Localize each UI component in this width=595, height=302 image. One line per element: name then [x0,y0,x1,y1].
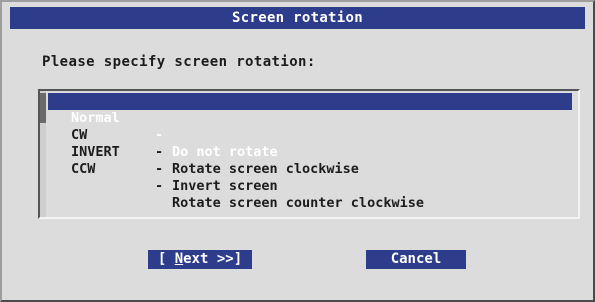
rotation-options-list[interactable]: Normal - Do not rotate CW - Rotate scree… [38,89,580,219]
next-button-hotkey: N [174,251,184,267]
option-separator: - [155,178,164,194]
option-key: CCW [71,161,96,177]
scrollbar-thumb[interactable] [40,93,46,123]
next-button-prefix: [ [157,251,175,267]
screen-rotation-dialog: Screen rotation Please specify screen ro… [0,0,595,302]
next-button[interactable]: [ Next >>] [148,250,252,269]
option-normal[interactable]: Normal - Do not rotate [48,93,572,160]
next-button-rest: ext >>] [183,251,243,267]
option-separator: - [155,161,164,177]
rotation-prompt: Please specify screen rotation: [42,54,316,70]
option-description: Rotate screen counter clockwise [172,195,424,211]
option-description: Invert screen [172,178,278,194]
option-description: Rotate screen clockwise [172,161,359,177]
cancel-button[interactable]: Cancel [366,250,466,269]
option-invert[interactable]: INVERT - Invert screen [48,127,572,194]
dialog-title: Screen rotation [10,7,585,29]
option-ccw[interactable]: CCW - Rotate screen counter clockwise [48,144,572,211]
option-cw[interactable]: CW - Rotate screen clockwise [48,110,572,177]
list-scrollbar[interactable] [40,91,46,217]
